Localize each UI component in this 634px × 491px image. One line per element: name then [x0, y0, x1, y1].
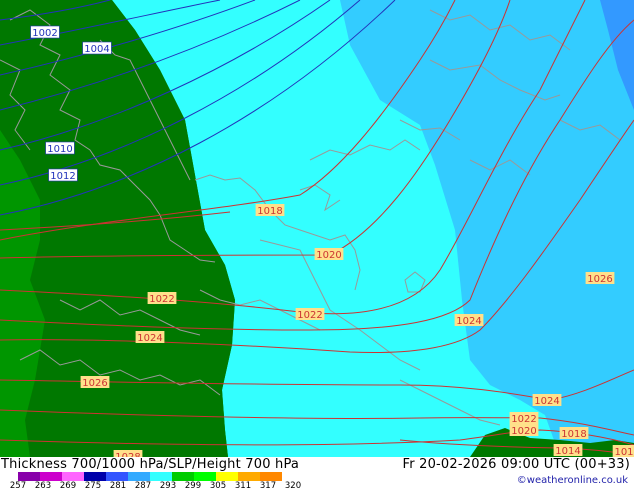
legend-swatch [216, 472, 238, 481]
legend-swatch [84, 472, 106, 481]
legend-swatch [18, 472, 40, 481]
isobar-label-text: 1024 [534, 396, 559, 407]
isobar-label: 1018 [255, 204, 285, 217]
legend-bar-area: Thickness 700/1000 hPa/SLP/Height 700 hP… [0, 457, 634, 491]
isobar-label-text: 1024 [456, 316, 481, 327]
height-label: 1010 [45, 141, 75, 155]
isobar-label: 1026 [585, 272, 615, 285]
legend-swatch [128, 472, 150, 481]
height-label-text: 1012 [50, 171, 75, 182]
height-label: 1012 [48, 168, 78, 182]
isobar-label-text: 1024 [137, 333, 162, 344]
isobar-label-text: 1026 [82, 378, 107, 389]
legend-swatch [106, 472, 128, 481]
legend-swatch [260, 472, 282, 481]
height-label-text: 1002 [32, 28, 57, 39]
isobar-label: 1020 [509, 424, 539, 437]
isobar-label: 1024 [454, 314, 484, 327]
isobar-label-text: 1014 [555, 446, 580, 457]
isobar-label-text: 101 [614, 447, 633, 457]
height-label-text: 1004 [84, 44, 109, 55]
height-label-text: 1010 [47, 144, 72, 155]
isobar-label: 1022 [295, 308, 325, 321]
legend-swatch [172, 472, 194, 481]
isobar-label: 1028 [113, 450, 143, 457]
credit-text: ©weatheronline.co.uk [516, 475, 628, 486]
isobar-label-text: 1018 [257, 206, 282, 217]
isobar-label-text: 1022 [297, 310, 322, 321]
legend-swatch [62, 472, 84, 481]
isobar-label: 1014 [553, 444, 583, 457]
legend-swatch [194, 472, 216, 481]
legend-swatch [238, 472, 260, 481]
isobar-label-text: 1022 [149, 294, 174, 305]
isobar-label: 1022 [147, 292, 177, 305]
isobar-label: 1020 [314, 248, 344, 261]
map-title: Thickness 700/1000 hPa/SLP/Height 700 hP… [1, 457, 300, 472]
map-canvas: 1018102010221022102410241026102610241022… [0, 0, 634, 457]
height-label: 1004 [82, 41, 112, 55]
isobar-label-text: 1026 [587, 274, 612, 285]
isobar-label: 1026 [80, 376, 110, 389]
color-legend [18, 472, 282, 481]
isobar-label: 1022 [509, 412, 539, 425]
weather-map: 1018 1020 1022 1022 1024 1024 1026 1026 1024 1022… [0, 0, 634, 491]
isobar-label-text: 1022 [511, 414, 536, 425]
legend-swatch [150, 472, 172, 481]
isobar-label-text: 1020 [511, 426, 536, 437]
height-label: 1002 [30, 25, 60, 39]
isobar-label-text: 1018 [561, 429, 586, 440]
legend-swatch [40, 472, 62, 481]
isobar-label: 1024 [135, 331, 165, 344]
isobar-label: 1024 [532, 394, 562, 407]
valid-time: Fr 20-02-2026 09:00 UTC (00+33) [402, 457, 630, 472]
isobar-label-text: 1020 [316, 250, 341, 261]
isobar-label: 101 [612, 445, 634, 457]
isobar-label: 1018 [559, 427, 589, 440]
